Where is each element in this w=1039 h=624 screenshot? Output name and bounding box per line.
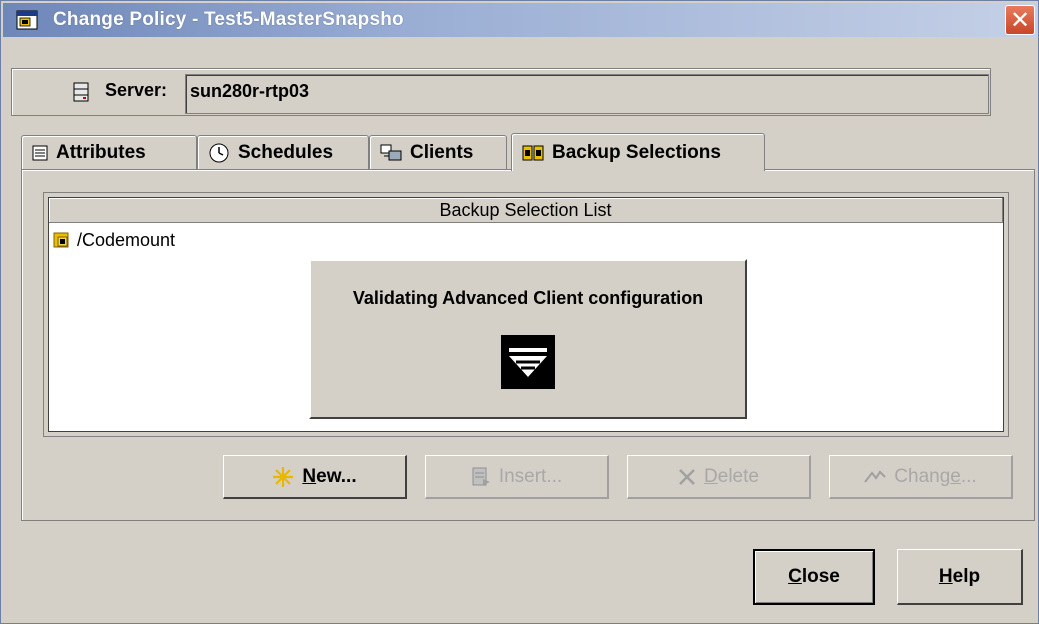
tab-attributes[interactable]: Attributes xyxy=(21,135,197,169)
delete-button[interactable]: Delete xyxy=(627,455,811,499)
new-button[interactable]: New... xyxy=(223,455,407,499)
veritas-logo-icon xyxy=(501,335,555,389)
help-button-label: Help xyxy=(938,565,981,587)
title-bar[interactable]: Change Policy - Test5-MasterSnapsho ✕ xyxy=(3,3,1037,37)
tab-label: Clients xyxy=(410,141,474,163)
delete-button-label: Delete xyxy=(704,465,759,487)
change-button[interactable]: Change... xyxy=(829,455,1013,499)
help-button[interactable]: Help xyxy=(897,549,1023,605)
schedules-icon xyxy=(209,143,229,162)
tab-label: Attributes xyxy=(56,141,146,163)
change-policy-dialog: Change Policy - Test5-MasterSnapsho ✕ Se… xyxy=(0,0,1039,624)
folder-icon xyxy=(53,232,69,248)
clients-icon xyxy=(380,144,402,160)
delete-x-icon xyxy=(679,468,695,485)
window-title: Change Policy - Test5-MasterSnapsho xyxy=(53,9,404,30)
list-item[interactable]: /Codemount xyxy=(53,228,175,252)
attributes-icon xyxy=(32,145,48,160)
selection-list-header[interactable]: Backup Selection List xyxy=(49,198,1003,223)
server-label: Server: xyxy=(105,80,168,100)
list-item-path: /Codemount xyxy=(77,229,176,250)
close-button-label: Close xyxy=(788,566,840,587)
new-button-label: New... xyxy=(302,465,357,487)
backup-selections-icon xyxy=(522,145,544,160)
server-icon xyxy=(73,82,89,102)
insert-button[interactable]: Insert... xyxy=(425,455,609,499)
server-field: sun280r-rtp03 xyxy=(185,74,989,114)
change-icon xyxy=(864,469,886,483)
tab-backup-selections[interactable]: Backup Selections xyxy=(511,133,765,171)
validation-progress-popup: Validating Advanced Client configuration xyxy=(309,259,747,419)
close-icon: ✕ xyxy=(1009,6,1031,34)
new-star-icon xyxy=(273,466,294,487)
change-button-label: Change... xyxy=(894,465,977,487)
insert-icon xyxy=(472,467,490,485)
close-button[interactable]: Close xyxy=(753,549,875,605)
popup-message: Validating Advanced Client configuration xyxy=(352,288,704,308)
insert-button-label: Insert... xyxy=(498,465,563,487)
window-app-icon xyxy=(16,10,38,30)
tab-clients[interactable]: Clients xyxy=(369,135,507,169)
close-window-button[interactable]: ✕ xyxy=(1005,5,1035,35)
tab-label: Schedules xyxy=(238,141,334,163)
tab-label: Backup Selections xyxy=(552,141,721,163)
tab-schedules[interactable]: Schedules xyxy=(197,135,369,169)
